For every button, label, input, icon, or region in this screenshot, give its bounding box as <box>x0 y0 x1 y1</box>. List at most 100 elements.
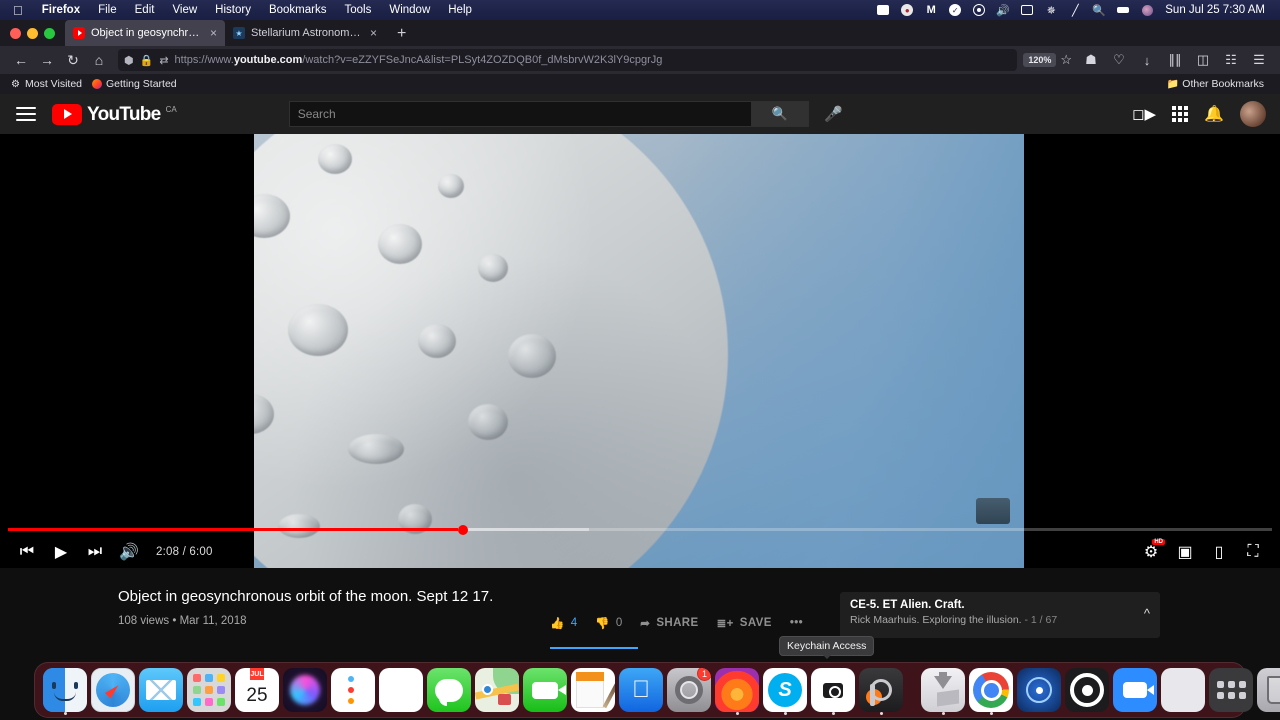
zoom-icon[interactable] <box>871 0 895 20</box>
sidebar-icon[interactable]: ◫ <box>1190 48 1216 72</box>
dock-item-mail[interactable] <box>139 664 183 716</box>
m-icon[interactable]: M <box>919 0 943 20</box>
dock-item-stuffit-expander[interactable] <box>921 664 965 716</box>
bookmark-getting-started[interactable]: Getting Started <box>90 78 185 90</box>
dock-item-skype[interactable]: S <box>763 664 807 716</box>
new-tab-button[interactable]: + <box>385 25 418 46</box>
dock-item-maps[interactable] <box>475 664 519 716</box>
dock-item-firefox[interactable] <box>715 664 759 716</box>
search-input[interactable]: Search <box>288 101 751 127</box>
dock-item-grid-app[interactable] <box>1209 664 1253 716</box>
dock-item-safari[interactable] <box>91 664 135 716</box>
url-bar[interactable]: ⬢ 🔒 ⇄ https://www.youtube.com/watch?v=eZ… <box>118 49 1018 71</box>
back-button[interactable]: ← <box>8 48 34 72</box>
wifi-off-icon[interactable]: ╱ <box>1063 0 1087 20</box>
display-icon[interactable] <box>1111 0 1135 20</box>
browser-tab-youtube[interactable]: Object in geosynchronous orbit × <box>65 20 225 46</box>
shield-icon[interactable]: ⬢ <box>124 54 134 67</box>
menubar-clock[interactable]: Sun Jul 25 7:30 AM <box>1159 4 1273 16</box>
dock-item-messages[interactable] <box>427 664 471 716</box>
lock-icon[interactable]: 🔒 <box>140 54 154 67</box>
menu-item-file[interactable]: File <box>89 4 126 16</box>
miniplayer-icon[interactable]: ▣ <box>1168 536 1202 568</box>
menu-item-help[interactable]: Help <box>439 4 481 16</box>
voice-search-icon[interactable]: 🎤 <box>817 97 851 131</box>
fullscreen-icon[interactable]: ⛶ <box>1236 536 1270 568</box>
dock-item-facetime[interactable] <box>523 664 567 716</box>
progress-bar[interactable] <box>0 524 1280 536</box>
dock-item-launchpad[interactable] <box>187 664 231 716</box>
dock-item-chrome[interactable] <box>969 664 1013 716</box>
apps-grid-icon[interactable] <box>1172 106 1189 122</box>
close-tab-icon[interactable]: × <box>368 26 377 40</box>
user-icon[interactable] <box>1135 0 1159 20</box>
dock-item-screenshot[interactable] <box>811 664 855 716</box>
guide-menu-button[interactable] <box>14 105 38 123</box>
dock-item-calendar[interactable]: JUL 25 <box>235 664 279 716</box>
volume-icon[interactable]: 🔊 <box>991 0 1015 20</box>
menu-item-history[interactable]: History <box>206 4 260 16</box>
dock-item-zoom[interactable] <box>1113 664 1157 716</box>
next-icon[interactable]: ⏭ <box>78 536 112 568</box>
minimize-window-button[interactable] <box>27 28 38 39</box>
volume-icon[interactable]: 🔊 <box>112 536 146 568</box>
play-icon[interactable]: ▶ <box>44 536 78 568</box>
pocket-icon[interactable]: ☗ <box>1078 48 1104 72</box>
menu-item-firefox[interactable]: Firefox <box>33 4 89 16</box>
record-icon[interactable] <box>967 0 991 20</box>
dock-item-window-manager[interactable] <box>1161 664 1205 716</box>
dock-item-pages[interactable] <box>571 664 615 716</box>
bookmark-most-visited[interactable]: ⚙ Most Visited <box>8 78 90 90</box>
create-video-icon[interactable]: ◻▶ <box>1132 105 1156 123</box>
dock-item-finder[interactable] <box>43 664 87 716</box>
menu-item-bookmarks[interactable]: Bookmarks <box>260 4 336 16</box>
menu-icon[interactable]: ☰ <box>1246 48 1272 72</box>
malwarebytes-icon[interactable]: ● <box>895 0 919 20</box>
menu-item-tools[interactable]: Tools <box>335 4 380 16</box>
theater-mode-icon[interactable]: ▯ <box>1202 536 1236 568</box>
avatar[interactable] <box>1240 101 1266 127</box>
playlist-panel[interactable]: CE-5. ET Alien. Craft. Rick Maarhuis. Ex… <box>840 592 1160 638</box>
dock-item-reminders[interactable] <box>331 664 375 716</box>
menu-item-edit[interactable]: Edit <box>126 4 164 16</box>
battery-icon[interactable] <box>1015 0 1039 20</box>
search-icon[interactable]: 🔍 <box>1087 0 1111 20</box>
channel-watermark[interactable]: watermark <box>976 498 1010 524</box>
permissions-icon[interactable]: ⇄ <box>159 54 168 67</box>
share-button[interactable]: ➦ SHARE <box>640 616 698 630</box>
notifications-bell-icon[interactable]: 🔔 <box>1204 104 1224 124</box>
reload-button[interactable]: ↻ <box>60 48 86 72</box>
maximize-window-button[interactable] <box>44 28 55 39</box>
menu-item-window[interactable]: Window <box>380 4 439 16</box>
close-tab-icon[interactable]: × <box>208 26 217 40</box>
dock-item-obs[interactable] <box>1065 664 1109 716</box>
home-button[interactable]: ⌂ <box>86 48 112 72</box>
browser-tab-stellarium[interactable]: ★ Stellarium Astronomy Software × <box>225 20 385 46</box>
bookmark-star-icon[interactable]: ☆ <box>1060 52 1072 68</box>
search-button[interactable]: 🔍 <box>750 101 809 127</box>
check-icon[interactable]: ✓ <box>943 0 967 20</box>
dock-item-app-store[interactable]:  <box>619 664 663 716</box>
dock-item-system-preferences[interactable]: 1 <box>667 664 711 716</box>
dock-item-trash[interactable] <box>1257 664 1280 716</box>
downloads-icon[interactable]: ↓ <box>1134 48 1160 72</box>
dock-item-siri[interactable] <box>283 664 327 716</box>
close-window-button[interactable] <box>10 28 21 39</box>
more-actions-button[interactable]: ••• <box>790 617 803 629</box>
previous-icon[interactable]: ⏮ <box>10 536 44 568</box>
library-icon[interactable]: ∥∥ <box>1162 48 1188 72</box>
zoom-level-badge[interactable]: 120% <box>1023 53 1057 67</box>
bluetooth-icon[interactable]: ✵ <box>1039 0 1063 20</box>
other-bookmarks-folder[interactable]: 📁 Other Bookmarks <box>1165 78 1272 90</box>
dock-item-keychain-access[interactable] <box>859 664 903 716</box>
video-player[interactable]: watermark ⏮ ▶ ⏭ 🔊 2:08 / 6:00 ⚙HD ▣ ▯ ⛶ <box>0 134 1280 568</box>
apple-menu-icon[interactable]:  <box>7 4 33 17</box>
grid-icon[interactable]: ☷ <box>1218 48 1244 72</box>
settings-gear-icon[interactable]: ⚙ HD <box>1134 536 1168 568</box>
progress-track[interactable] <box>8 524 1272 535</box>
menu-item-view[interactable]: View <box>163 4 206 16</box>
progress-thumb[interactable] <box>457 524 468 535</box>
youtube-logo[interactable]: YouTube CA <box>52 103 177 125</box>
dock-item-atom[interactable] <box>1017 664 1061 716</box>
dislike-button[interactable]: 👎 0 <box>595 616 622 630</box>
